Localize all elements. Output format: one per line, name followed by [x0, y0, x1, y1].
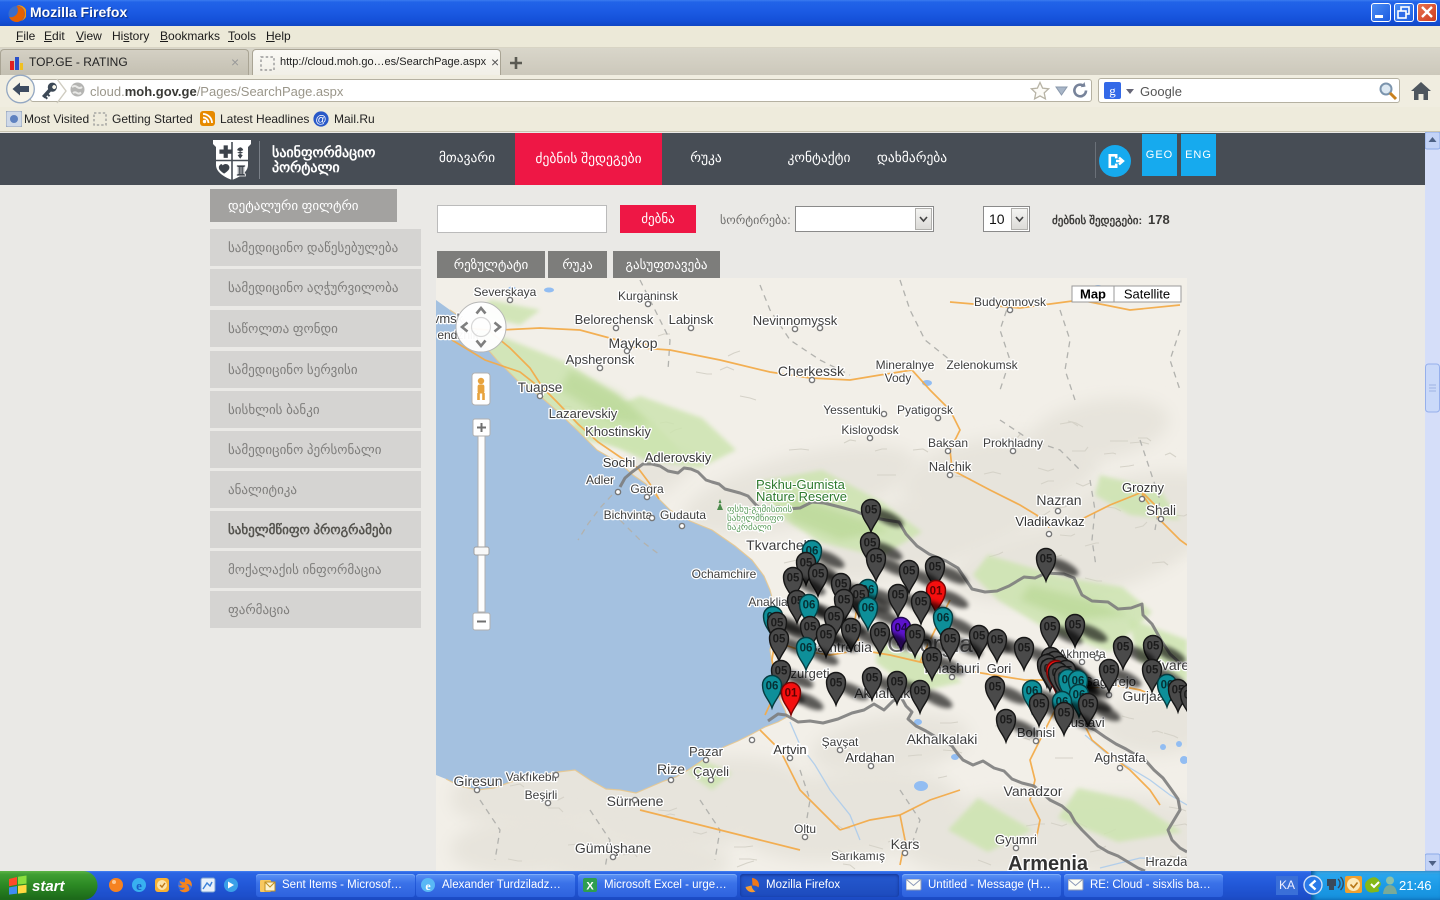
svg-text:05: 05 — [892, 590, 905, 602]
svg-text:Beşirli: Beşirli — [525, 788, 558, 802]
svg-text:Grozny: Grozny — [1122, 480, 1164, 495]
svg-text:05: 05 — [820, 630, 833, 642]
svg-text:Adlerovskiy: Adlerovskiy — [645, 450, 712, 465]
svg-text:05: 05 — [1044, 622, 1057, 634]
svg-text:Severskaya: Severskaya — [474, 285, 537, 299]
svg-text:05: 05 — [944, 634, 957, 646]
svg-text:05: 05 — [830, 678, 843, 690]
svg-text:05: 05 — [1103, 665, 1116, 677]
svg-text:Adler: Adler — [586, 473, 614, 487]
svg-text:05: 05 — [891, 677, 904, 689]
svg-text:Giresun: Giresun — [453, 773, 502, 789]
svg-text:05: 05 — [1040, 554, 1053, 566]
svg-text:06: 06 — [803, 600, 816, 612]
svg-text:X: X — [586, 881, 594, 893]
svg-text:05: 05 — [973, 631, 986, 643]
svg-text:Ardahan: Ardahan — [845, 750, 894, 765]
svg-text:05: 05 — [1069, 620, 1082, 632]
svg-text:Satellite: Satellite — [1124, 287, 1170, 302]
svg-text:Gümüşhane: Gümüşhane — [575, 840, 651, 856]
svg-text:05: 05 — [1033, 699, 1046, 711]
svg-text:05: 05 — [804, 622, 817, 634]
svg-text:Vladikavkaz: Vladikavkaz — [1015, 514, 1084, 529]
svg-text:e: e — [425, 879, 431, 893]
svg-text:Kars: Kars — [891, 836, 920, 852]
svg-text:Cherkessk: Cherkessk — [778, 363, 845, 379]
svg-text:e: e — [136, 878, 142, 893]
svg-text:05: 05 — [828, 612, 841, 624]
svg-text:Bichvinta: Bichvinta — [604, 508, 653, 522]
svg-text:05: 05 — [929, 562, 942, 574]
svg-text:05: 05 — [874, 628, 887, 640]
svg-text:05: 05 — [773, 634, 786, 646]
svg-text:Tkvarcheli: Tkvarcheli — [746, 537, 810, 553]
svg-text:Vanadzor: Vanadzor — [1004, 783, 1063, 799]
svg-text:06: 06 — [862, 603, 875, 615]
svg-text:Yessentuki: Yessentuki — [823, 403, 881, 417]
svg-text:@: @ — [315, 114, 326, 126]
svg-text:Gudauta: Gudauta — [660, 508, 706, 522]
svg-text:Vody: Vody — [885, 371, 912, 385]
svg-text:05: 05 — [1184, 690, 1187, 702]
svg-text:05: 05 — [991, 635, 1004, 647]
svg-text:05: 05 — [926, 653, 939, 665]
svg-text:05: 05 — [915, 597, 928, 609]
svg-text:05: 05 — [1000, 715, 1013, 727]
svg-text:05: 05 — [1117, 642, 1130, 654]
svg-text:Zelenokumsk: Zelenokumsk — [946, 358, 1018, 372]
svg-text:Aghstafa: Aghstafa — [1094, 750, 1146, 765]
svg-text:05: 05 — [1146, 665, 1159, 677]
svg-text:01: 01 — [785, 688, 798, 700]
svg-text:05: 05 — [1082, 699, 1095, 711]
svg-text:05: 05 — [838, 595, 851, 607]
svg-text:g: g — [1109, 83, 1116, 98]
svg-text:05: 05 — [866, 673, 879, 685]
svg-text:05: 05 — [903, 566, 916, 578]
svg-text:05: 05 — [870, 554, 883, 566]
svg-text:Map: Map — [1080, 287, 1106, 302]
svg-text:Akhalkalaki: Akhalkalaki — [907, 731, 978, 747]
svg-text:Nature Reserve: Nature Reserve — [756, 489, 847, 504]
svg-text:05: 05 — [775, 666, 788, 678]
svg-text:Maykop: Maykop — [608, 335, 657, 351]
svg-text:05: 05 — [771, 618, 784, 630]
svg-text:Lazarevskiy: Lazarevskiy — [549, 406, 618, 421]
svg-text:Rize: Rize — [657, 761, 685, 777]
svg-text:05: 05 — [989, 682, 1002, 694]
svg-text:05: 05 — [787, 573, 800, 585]
svg-text:Mineralnye: Mineralnye — [876, 358, 935, 372]
svg-text:Khostinskiy: Khostinskiy — [585, 424, 651, 439]
svg-text:Ochamchire: Ochamchire — [692, 567, 757, 581]
svg-text:05: 05 — [1147, 641, 1160, 653]
svg-text:Gori: Gori — [987, 661, 1012, 676]
svg-text:05: 05 — [914, 686, 927, 698]
svg-text:05: 05 — [864, 538, 877, 550]
svg-text:05: 05 — [909, 630, 922, 642]
svg-text:05: 05 — [1018, 643, 1031, 655]
svg-text:Sarıkamış: Sarıkamış — [831, 849, 885, 863]
svg-text:01: 01 — [930, 586, 943, 598]
svg-text:05: 05 — [835, 579, 848, 591]
svg-text:Belorechensk: Belorechensk — [575, 312, 654, 327]
svg-text:Sochi: Sochi — [603, 455, 636, 470]
svg-text:05: 05 — [845, 624, 858, 636]
svg-text:Armenia: Armenia — [1008, 853, 1089, 871]
svg-text:start: start — [32, 878, 66, 895]
svg-text:Pyatigorsk: Pyatigorsk — [897, 403, 954, 417]
svg-text:06: 06 — [800, 643, 813, 655]
svg-text:Hrazdan: Hrazdan — [1145, 854, 1187, 869]
svg-text:06: 06 — [766, 681, 779, 693]
svg-text:Anaklia: Anaklia — [748, 595, 788, 609]
svg-text:05: 05 — [865, 505, 878, 517]
svg-text:ნაკრძალი: ნაკრძალი — [727, 522, 772, 533]
svg-text:05: 05 — [812, 569, 825, 581]
svg-text:Nazran: Nazran — [1036, 492, 1081, 508]
svg-text:05: 05 — [1058, 708, 1071, 720]
svg-text:06: 06 — [937, 613, 950, 625]
svg-text:Vakfıkebir: Vakfıkebir — [506, 770, 558, 784]
